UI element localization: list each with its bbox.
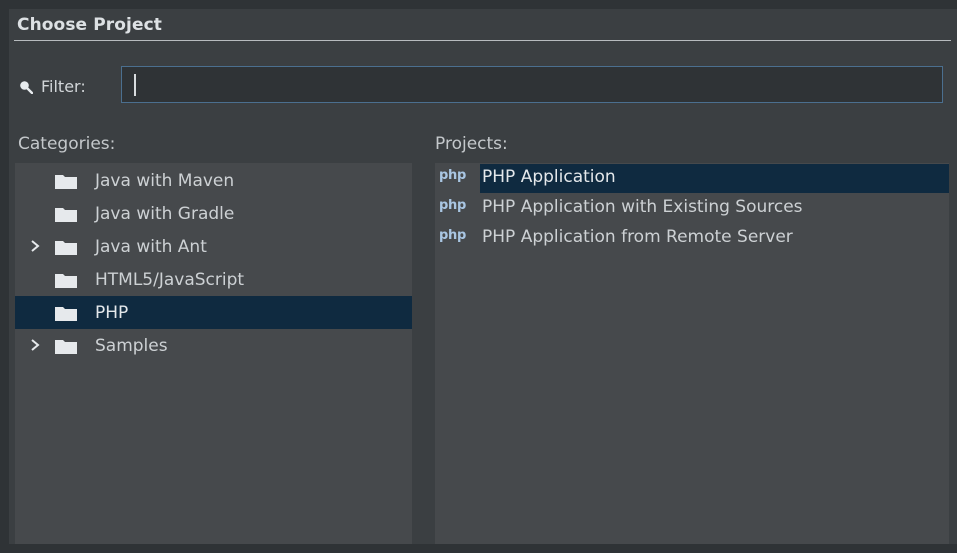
- php-icon: php: [439, 168, 466, 183]
- filter-row: Filter:: [9, 66, 957, 107]
- category-label: PHP: [95, 303, 129, 323]
- project-item-php-application-remote-server[interactable]: php PHP Application from Remote Server: [435, 224, 949, 253]
- categories-label: Categories:: [18, 134, 116, 154]
- project-label: PHP Application from Remote Server: [482, 227, 793, 247]
- text-caret: [134, 74, 136, 96]
- projects-label: Projects:: [435, 134, 508, 154]
- folder-icon: [55, 274, 77, 288]
- categories-tree[interactable]: Java with Maven Java with Gradle Java wi…: [15, 163, 412, 544]
- dialog-title: Choose Project: [17, 15, 162, 35]
- category-item-java-with-gradle[interactable]: Java with Gradle: [15, 197, 412, 230]
- category-label: Java with Ant: [95, 237, 207, 257]
- category-label: HTML5/JavaScript: [95, 270, 245, 290]
- search-icon: [20, 81, 33, 94]
- folder-icon: [55, 340, 77, 354]
- category-item-java-with-maven[interactable]: Java with Maven: [15, 164, 412, 197]
- folder-icon: [55, 241, 77, 255]
- folder-icon: [55, 208, 77, 222]
- category-item-java-with-ant[interactable]: Java with Ant: [15, 230, 412, 263]
- filter-label: Filter:: [41, 77, 86, 96]
- chevron-right-icon[interactable]: [28, 239, 42, 253]
- category-item-php[interactable]: PHP: [15, 296, 412, 329]
- category-item-html5-javascript[interactable]: HTML5/JavaScript: [15, 263, 412, 296]
- projects-list[interactable]: php PHP Application php PHP Application …: [435, 163, 949, 544]
- php-icon: php: [439, 228, 466, 243]
- filter-input[interactable]: [121, 66, 943, 103]
- project-item-php-application-existing-sources[interactable]: php PHP Application with Existing Source…: [435, 194, 949, 223]
- project-item-php-application[interactable]: php PHP Application: [435, 164, 949, 193]
- folder-icon: [55, 175, 77, 189]
- title-divider: [14, 40, 951, 41]
- php-icon: php: [439, 198, 466, 213]
- chevron-right-icon[interactable]: [28, 338, 42, 352]
- folder-icon: [55, 307, 77, 321]
- category-item-samples[interactable]: Samples: [15, 329, 412, 362]
- category-label: Java with Gradle: [95, 204, 235, 224]
- choose-project-dialog: Choose Project Filter: Categories: Proje…: [9, 9, 957, 544]
- project-label: PHP Application with Existing Sources: [482, 197, 803, 217]
- category-label: Samples: [95, 336, 168, 356]
- project-label: PHP Application: [482, 167, 616, 187]
- category-label: Java with Maven: [95, 171, 235, 191]
